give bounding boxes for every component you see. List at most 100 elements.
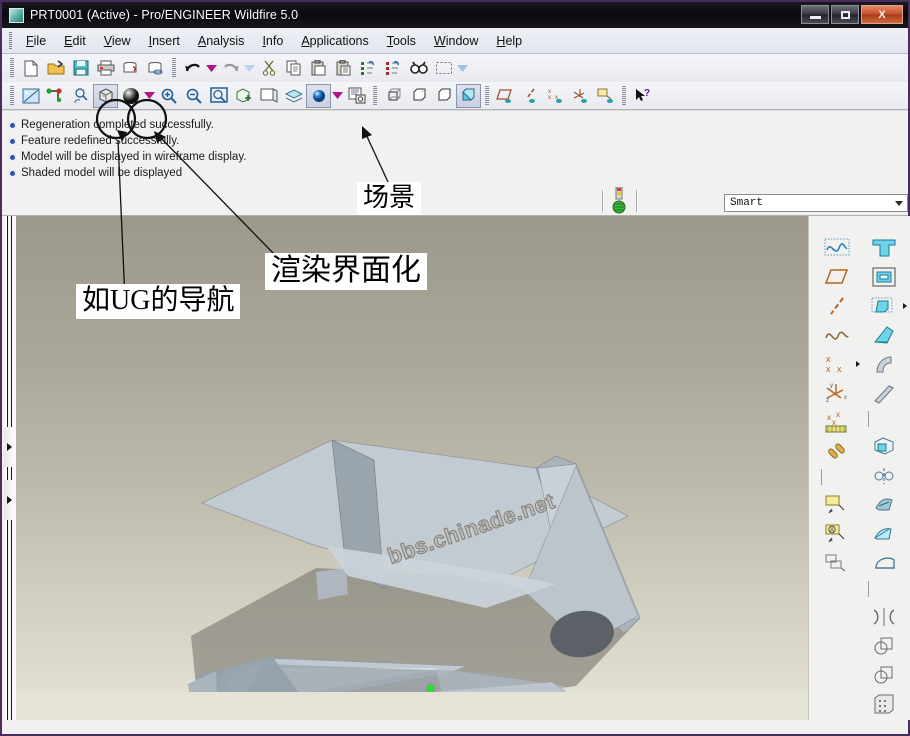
curve-icon[interactable] xyxy=(817,321,857,349)
refit-icon[interactable] xyxy=(68,84,93,108)
mirror-icon[interactable] xyxy=(864,603,904,631)
scene-dropdown-icon[interactable] xyxy=(143,92,156,99)
shell-icon[interactable] xyxy=(864,433,904,461)
annotation-icon[interactable] xyxy=(593,84,618,108)
note-symbol-icon[interactable]: A xyxy=(817,520,857,548)
pattern-icon[interactable] xyxy=(864,549,904,577)
menu-item-tools[interactable]: Tools xyxy=(378,32,425,50)
hole-icon[interactable] xyxy=(864,520,904,548)
svg-text:z: z xyxy=(826,398,829,404)
analysis-link-icon[interactable] xyxy=(817,437,857,465)
view-manager-icon[interactable] xyxy=(231,84,256,108)
cut-icon[interactable] xyxy=(256,56,281,80)
save-icon[interactable] xyxy=(68,56,93,80)
open-folder-icon[interactable] xyxy=(43,56,68,80)
datum-axis-icon[interactable] xyxy=(518,84,543,108)
menu-item-help[interactable]: Help xyxy=(487,32,531,50)
layers-icon[interactable] xyxy=(281,84,306,108)
svg-text:A: A xyxy=(830,528,834,534)
chamfer-icon[interactable] xyxy=(864,379,904,407)
green-datum-point xyxy=(427,685,434,692)
scene-blue-icon[interactable] xyxy=(306,83,331,108)
rib-icon[interactable] xyxy=(864,491,904,519)
status-divider-left xyxy=(602,190,604,212)
zoom-out-icon[interactable] xyxy=(181,84,206,108)
menu-item-info[interactable]: Info xyxy=(253,32,292,50)
extrude-icon[interactable] xyxy=(864,234,904,262)
scene-blue-dropdown-icon[interactable] xyxy=(331,92,344,99)
print-icon[interactable] xyxy=(93,56,118,80)
message-text: Regeneration completed successfully. xyxy=(21,119,214,131)
toolbar-separator-2 xyxy=(868,581,870,597)
datum-toolbar-grip[interactable] xyxy=(485,85,489,106)
blend-icon[interactable] xyxy=(864,321,904,349)
mail-link-icon[interactable] xyxy=(143,56,168,80)
paste-icon[interactable] xyxy=(306,56,331,80)
menu-item-edit[interactable]: Edit xyxy=(55,32,95,50)
paste-special-icon[interactable] xyxy=(331,56,356,80)
message-row: Feature redefined successfully. xyxy=(10,133,908,149)
sweep-icon[interactable] xyxy=(864,292,907,320)
pattern-table-icon[interactable] xyxy=(864,690,904,718)
datum-point-icon[interactable]: xxx xyxy=(543,84,568,108)
regenerate-icon[interactable] xyxy=(356,56,381,80)
display-toolbar-grip[interactable] xyxy=(373,85,377,106)
point-field-icon[interactable]: xxx xyxy=(817,408,857,436)
expand-browser-arrow[interactable] xyxy=(4,480,14,520)
set-datum-icon[interactable] xyxy=(817,549,857,577)
note-leader-icon[interactable] xyxy=(817,491,857,519)
redo-icon[interactable] xyxy=(218,56,243,80)
redo-dropdown-icon[interactable] xyxy=(243,64,256,72)
find-icon[interactable] xyxy=(406,56,431,80)
scene-sphere-icon[interactable] xyxy=(118,84,143,108)
datum-plane-icon[interactable] xyxy=(817,263,857,291)
menu-item-window[interactable]: Window xyxy=(425,32,487,50)
trim-icon[interactable] xyxy=(864,661,904,689)
selection-filter-dropdown[interactable]: Smart xyxy=(724,194,908,212)
datum-csys-icon[interactable]: y z x xyxy=(817,379,857,407)
no-hidden-icon[interactable] xyxy=(431,84,456,108)
draft-icon[interactable] xyxy=(864,462,904,490)
render-window-icon[interactable] xyxy=(344,84,369,108)
menu-item-view[interactable]: View xyxy=(95,32,140,50)
nav-cube-icon[interactable] xyxy=(93,83,118,108)
select-dropdown-icon[interactable] xyxy=(456,64,469,72)
select-box-icon[interactable] xyxy=(431,56,456,80)
repaint-icon[interactable] xyxy=(18,84,43,108)
round-icon[interactable] xyxy=(864,350,904,378)
copy-icon[interactable] xyxy=(281,56,306,80)
zoom-window-icon[interactable] xyxy=(206,84,231,108)
maximize-button[interactable] xyxy=(831,5,859,24)
hidden-line-icon[interactable] xyxy=(406,84,431,108)
regenerate-manual-icon[interactable] xyxy=(381,56,406,80)
wireframe-icon[interactable] xyxy=(381,84,406,108)
shading-icon[interactable] xyxy=(456,83,481,108)
datum-csys-icon[interactable] xyxy=(568,84,593,108)
help-toolbar-grip[interactable] xyxy=(622,85,626,106)
undo-dropdown-icon[interactable] xyxy=(205,64,218,72)
menu-item-insert[interactable]: Insert xyxy=(140,32,189,50)
toolbar-grip[interactable] xyxy=(10,58,14,78)
merge-icon[interactable] xyxy=(864,632,904,660)
sketch-icon[interactable] xyxy=(817,234,857,262)
undo-icon[interactable] xyxy=(180,56,205,80)
message-text: Shaded model will be displayed xyxy=(21,167,183,179)
datum-point-icon[interactable]: xxx xyxy=(817,350,860,378)
expand-navigator-arrow[interactable] xyxy=(4,427,14,467)
new-file-icon[interactable] xyxy=(18,56,43,80)
toolbar-grip-2[interactable] xyxy=(172,58,176,78)
minimize-button[interactable] xyxy=(801,5,829,24)
datum-plane-icon[interactable] xyxy=(493,84,518,108)
help-pointer-icon[interactable]: ? xyxy=(630,84,655,108)
datum-axis-icon[interactable] xyxy=(817,292,857,320)
revolve-icon[interactable] xyxy=(864,263,904,291)
saved-view-icon[interactable] xyxy=(256,84,281,108)
zoom-in-icon[interactable] xyxy=(156,84,181,108)
menu-item-analysis[interactable]: Analysis xyxy=(189,32,254,50)
menu-item-applications[interactable]: Applications xyxy=(292,32,377,50)
dynamic-nav-icon[interactable] xyxy=(43,84,68,108)
view-toolbar-grip[interactable] xyxy=(10,85,14,106)
menu-item-file[interactable]: File xyxy=(17,32,55,50)
mail-attach-icon[interactable] xyxy=(118,56,143,80)
close-button[interactable]: X xyxy=(861,5,903,24)
